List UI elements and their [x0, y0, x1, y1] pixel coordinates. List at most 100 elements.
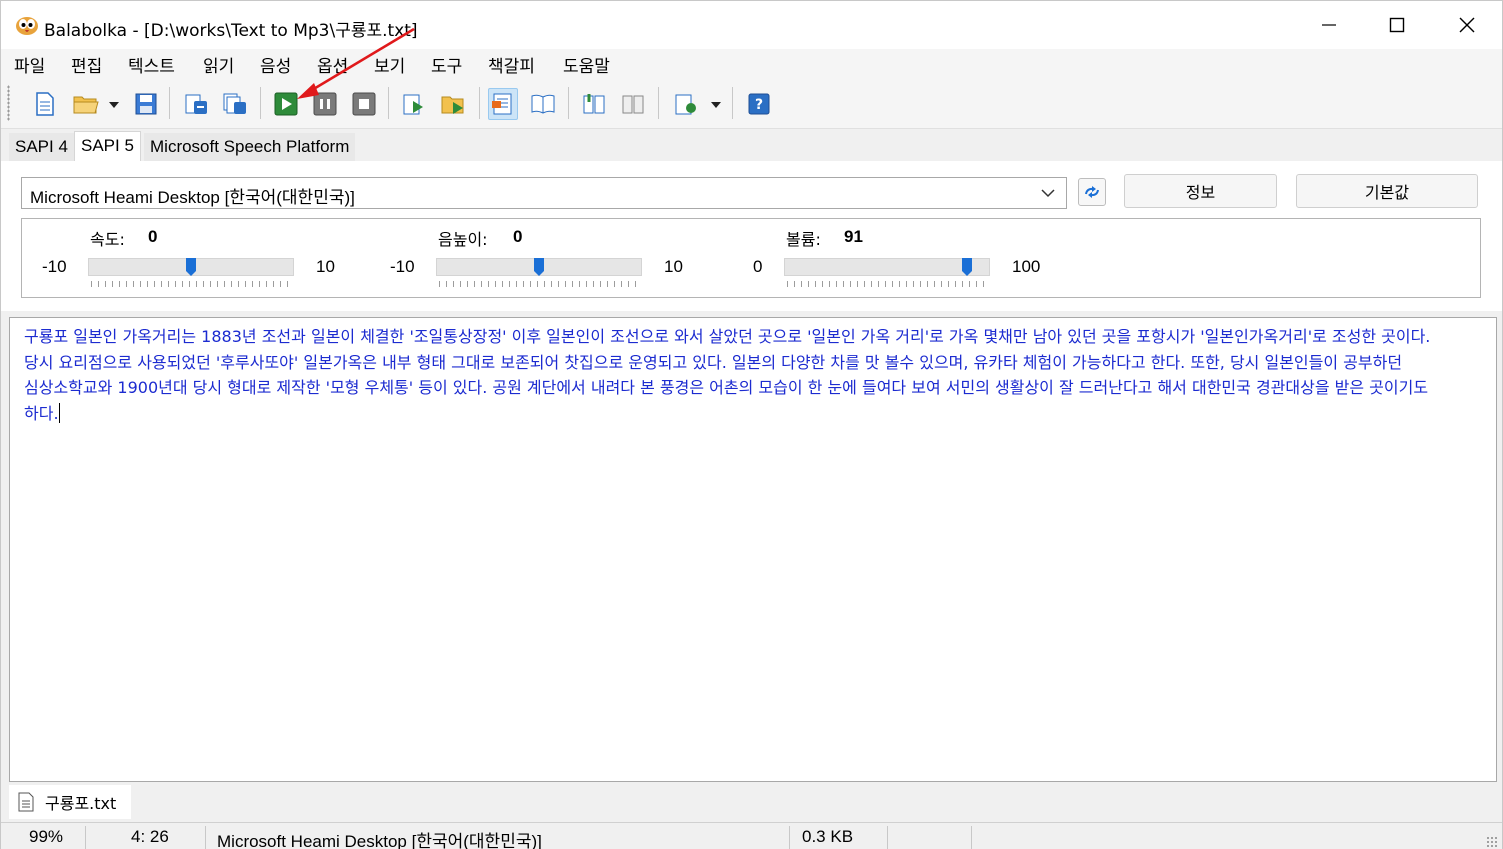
- voice-select-value: Microsoft Heami Desktop [한국어(대한민국)]: [30, 188, 355, 207]
- close-icon: [1459, 17, 1475, 33]
- new-file-button[interactable]: [30, 88, 60, 120]
- read-files-button[interactable]: [439, 88, 469, 120]
- open-folder-icon: [73, 96, 99, 114]
- join-button[interactable]: [618, 88, 648, 120]
- open-file-button[interactable]: [71, 88, 101, 120]
- pitch-min: -10: [390, 257, 415, 276]
- menu-read[interactable]: 읽기: [203, 52, 234, 77]
- toolbar: ?: [1, 77, 1502, 129]
- toolbar-grip[interactable]: [7, 85, 10, 121]
- resize-grip[interactable]: [1486, 836, 1498, 848]
- pitch-label: 음높이:: [438, 230, 488, 249]
- status-zoom: 99%: [29, 827, 64, 846]
- stop-icon: [352, 92, 376, 116]
- minimize-button[interactable]: [1295, 1, 1363, 49]
- pitch-value: 0: [513, 227, 523, 246]
- audio-clips-icon: [675, 94, 696, 115]
- voice-panel: Microsoft Heami Desktop [한국어(대한민국)] 정보 기…: [1, 161, 1502, 311]
- pause-button[interactable]: [310, 88, 340, 120]
- editor-text: 구룡포 일본인 가옥거리는 1883년 조선과 일본이 체결한 '조일통상장정'…: [24, 327, 1431, 423]
- play-button[interactable]: [271, 88, 301, 120]
- voice-select[interactable]: Microsoft Heami Desktop [한국어(대한민국)]: [21, 177, 1067, 209]
- editor-content[interactable]: 구룡포 일본인 가옥거리는 1883년 조선과 일본이 체결한 '조일통상장정'…: [24, 324, 1464, 426]
- voice-default-button[interactable]: 기본값: [1296, 174, 1478, 208]
- help-button[interactable]: ?: [744, 88, 774, 120]
- svg-text:?: ?: [755, 97, 763, 113]
- menu-edit[interactable]: 편집: [71, 52, 102, 77]
- maximize-icon: [1389, 17, 1405, 33]
- batch-convert-button[interactable]: [220, 88, 250, 120]
- menu-tools[interactable]: 도구: [431, 52, 462, 77]
- save-icon: [135, 93, 157, 115]
- rate-label: 속도:: [90, 230, 125, 249]
- rate-max: 10: [316, 257, 335, 276]
- read-files-icon: [441, 96, 464, 114]
- volume-max: 100: [1012, 257, 1041, 276]
- menu-help[interactable]: 도움말: [563, 52, 610, 77]
- status-file-size: 0.3 KB: [802, 827, 854, 846]
- menu-file[interactable]: 파일: [14, 52, 45, 77]
- text-file-icon: [18, 792, 34, 812]
- close-button[interactable]: [1433, 1, 1501, 49]
- volume-ticks: [787, 281, 988, 287]
- convert-icon: [185, 94, 207, 114]
- voice-info-button[interactable]: 정보: [1124, 174, 1277, 208]
- status-bar: 99% 4: 26 Microsoft Heami Desktop [한국어(대…: [1, 822, 1502, 849]
- maximize-button[interactable]: [1363, 1, 1431, 49]
- pause-icon: [313, 92, 337, 116]
- volume-slider[interactable]: [784, 258, 990, 276]
- bookmark-icon: [531, 94, 555, 114]
- rate-value: 0: [148, 227, 158, 246]
- text-caret: [58, 402, 60, 423]
- tab-sapi5[interactable]: SAPI 5: [74, 131, 141, 161]
- document-tab[interactable]: 구룡포.txt: [9, 785, 131, 819]
- menu-voice[interactable]: 음성: [260, 52, 291, 77]
- status-voice: Microsoft Heami Desktop [한국어(대한민국)]: [217, 832, 542, 849]
- window-title: Balabolka - [D:\works\Text to Mp3\구룡포.tx…: [44, 21, 418, 41]
- split-button[interactable]: [579, 88, 609, 120]
- display-text-icon: [492, 93, 512, 115]
- menu-bookmarks[interactable]: 책갈피: [488, 52, 535, 77]
- document-tabs: 구룡포.txt: [1, 783, 1502, 821]
- audio-clips-button[interactable]: [671, 88, 701, 120]
- new-file-icon: [36, 92, 54, 116]
- pitch-slider-thumb[interactable]: [534, 258, 544, 276]
- menu-view[interactable]: 보기: [374, 52, 405, 77]
- bookmark-button[interactable]: [528, 88, 558, 120]
- open-dropdown-arrow[interactable]: [109, 102, 119, 108]
- read-clipboard-button[interactable]: [399, 88, 429, 120]
- rate-min: -10: [42, 257, 67, 276]
- volume-slider-thumb[interactable]: [962, 258, 973, 276]
- volume-label: 볼륨:: [786, 230, 821, 249]
- menu-options[interactable]: 옵션: [317, 52, 348, 77]
- rate-ticks: [91, 281, 292, 287]
- display-text-button[interactable]: [488, 88, 518, 120]
- title-bar[interactable]: Balabolka - [D:\works\Text to Mp3\구룡포.tx…: [1, 1, 1502, 49]
- refresh-icon: [1085, 186, 1099, 198]
- convert-button[interactable]: [181, 88, 211, 120]
- document-tab-label: 구룡포.txt: [45, 794, 117, 813]
- volume-min: 0: [753, 257, 763, 276]
- save-button[interactable]: [131, 88, 161, 120]
- pitch-ticks: [439, 281, 640, 287]
- app-window: Balabolka - [D:\works\Text to Mp3\구룡포.tx…: [0, 0, 1503, 849]
- audio-clips-dropdown-arrow[interactable]: [711, 102, 721, 108]
- parrot-app-icon: [16, 17, 38, 35]
- tab-sapi4[interactable]: SAPI 4: [9, 133, 74, 161]
- join-icon: [622, 95, 644, 114]
- status-cursor-position: 4: 26: [131, 827, 169, 846]
- tab-microsoft-speech-platform[interactable]: Microsoft Speech Platform: [144, 133, 356, 161]
- text-editor[interactable]: 구룡포 일본인 가옥거리는 1883년 조선과 일본이 체결한 '조일통상장정'…: [9, 317, 1497, 782]
- refresh-voices-button[interactable]: [1078, 178, 1106, 206]
- chevron-down-icon: [1041, 189, 1055, 198]
- help-icon: ?: [748, 93, 770, 115]
- batch-convert-icon: [223, 93, 246, 114]
- voice-settings-box: 속도: 0 -10 10 음높이: 0 -10 10 볼륨: 91 0 100: [21, 218, 1481, 298]
- split-icon: [583, 94, 605, 114]
- menu-bar: 파일 편집 텍스트 읽기 음성 옵션 보기 도구 책갈피 도움말: [1, 49, 1502, 77]
- rate-slider-thumb[interactable]: [186, 258, 196, 276]
- menu-text[interactable]: 텍스트: [128, 52, 175, 77]
- play-icon: [274, 92, 298, 116]
- minimize-icon: [1322, 24, 1336, 26]
- stop-button[interactable]: [349, 88, 379, 120]
